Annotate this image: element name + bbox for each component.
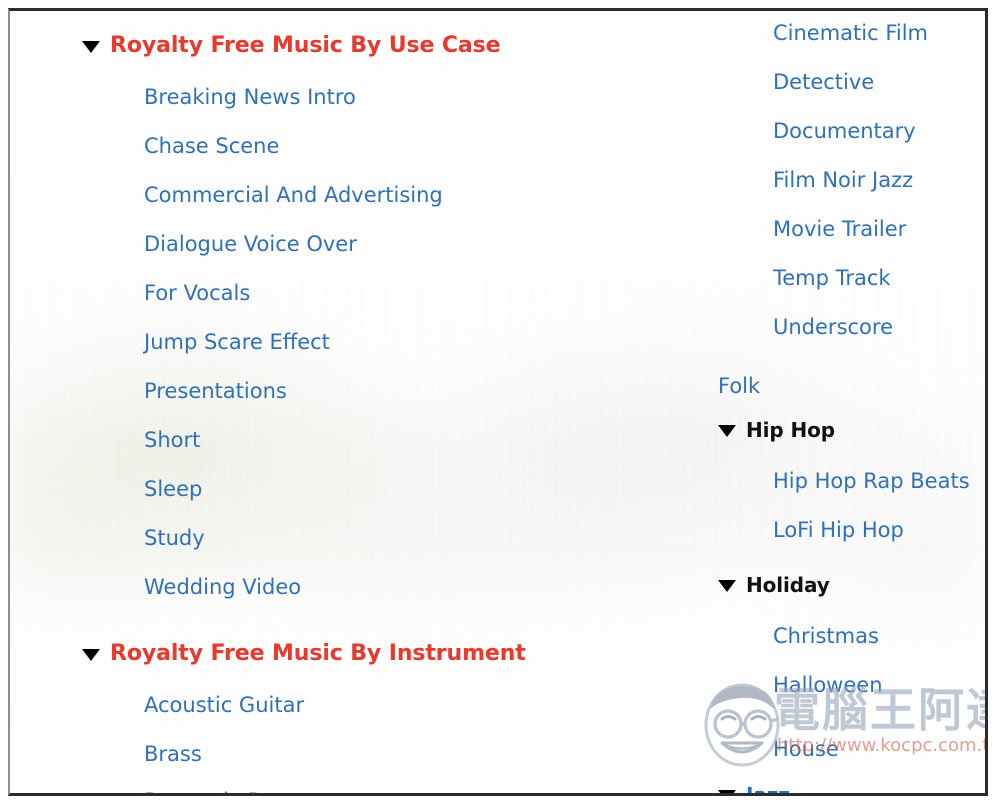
menu-column-left: Royalty Free Music By Use Case Breaking … [10, 11, 700, 793]
menu-item-chase-scene[interactable]: Chase Scene [144, 134, 279, 158]
menu-item-commercial-and-advertising[interactable]: Commercial And Advertising [144, 183, 443, 207]
chevron-down-icon[interactable] [82, 648, 100, 661]
menu-item-study[interactable]: Study [144, 526, 205, 550]
menu-item-christmas[interactable]: Christmas [773, 624, 879, 648]
menu-item-sleep[interactable]: Sleep [144, 477, 202, 501]
menu-item-jump-scare-effect[interactable]: Jump Scare Effect [144, 330, 330, 354]
menu-item-for-vocals[interactable]: For Vocals [144, 281, 250, 305]
menu-item-breaking-news-intro[interactable]: Breaking News Intro [144, 85, 356, 109]
menu-item-wedding-video[interactable]: Wedding Video [144, 575, 301, 599]
menu-item-presentations[interactable]: Presentations [144, 379, 287, 403]
menu-item-house[interactable]: House [773, 737, 839, 761]
menu-item-folk[interactable]: Folk [718, 374, 760, 398]
menu-item-short[interactable]: Short [144, 428, 200, 452]
menu-item-movie-trailer[interactable]: Movie Trailer [773, 217, 906, 241]
group-header-royalty-free-music-by-use-case[interactable]: Royalty Free Music By Use Case [82, 33, 501, 58]
chevron-down-icon[interactable] [718, 580, 736, 592]
screenshot-root: Royalty Free Music By Use Case Breaking … [0, 0, 1000, 808]
menu-item-dialogue-voice-over[interactable]: Dialogue Voice Over [144, 232, 357, 256]
menu-item-documentary[interactable]: Documentary [773, 119, 916, 143]
group-title-label: Royalty Free Music By Instrument [110, 641, 526, 666]
menu-column-right: Cinematic Film Detective Documentary Fil… [700, 11, 985, 796]
group-header-hip-hop[interactable]: Hip Hop [718, 418, 835, 442]
group-title-label: Jazz [746, 783, 790, 796]
group-header-jazz[interactable]: Jazz [718, 783, 790, 796]
menu-item-temp-track[interactable]: Temp Track [773, 266, 891, 290]
category-menu: Royalty Free Music By Use Case Breaking … [10, 11, 985, 793]
menu-item-halloween[interactable]: Halloween [773, 673, 883, 697]
browser-viewport-frame: Royalty Free Music By Use Case Breaking … [8, 8, 988, 796]
menu-item-hip-hop-rap-beats[interactable]: Hip Hop Rap Beats [773, 469, 970, 493]
chevron-down-icon[interactable] [718, 425, 736, 437]
chevron-down-icon[interactable] [718, 790, 736, 793]
menu-item-acoustic-guitar[interactable]: Acoustic Guitar [144, 693, 304, 717]
group-header-royalty-free-music-by-instrument[interactable]: Royalty Free Music By Instrument [82, 641, 526, 666]
group-header-holiday[interactable]: Holiday [718, 573, 830, 597]
menu-item-detective[interactable]: Detective [773, 70, 874, 94]
group-title-label: Holiday [746, 573, 830, 597]
menu-item-lofi-hip-hop[interactable]: LoFi Hip Hop [773, 518, 904, 542]
menu-item-dramatic-drums[interactable]: Dramatic Drums [144, 789, 317, 793]
group-title-label: Royalty Free Music By Use Case [110, 33, 501, 58]
menu-item-cinematic-film[interactable]: Cinematic Film [773, 21, 928, 45]
menu-item-underscore[interactable]: Underscore [773, 315, 893, 339]
menu-item-film-noir-jazz[interactable]: Film Noir Jazz [773, 168, 913, 192]
group-title-label: Hip Hop [746, 418, 835, 442]
chevron-down-icon[interactable] [82, 40, 100, 53]
menu-item-brass[interactable]: Brass [144, 742, 202, 766]
